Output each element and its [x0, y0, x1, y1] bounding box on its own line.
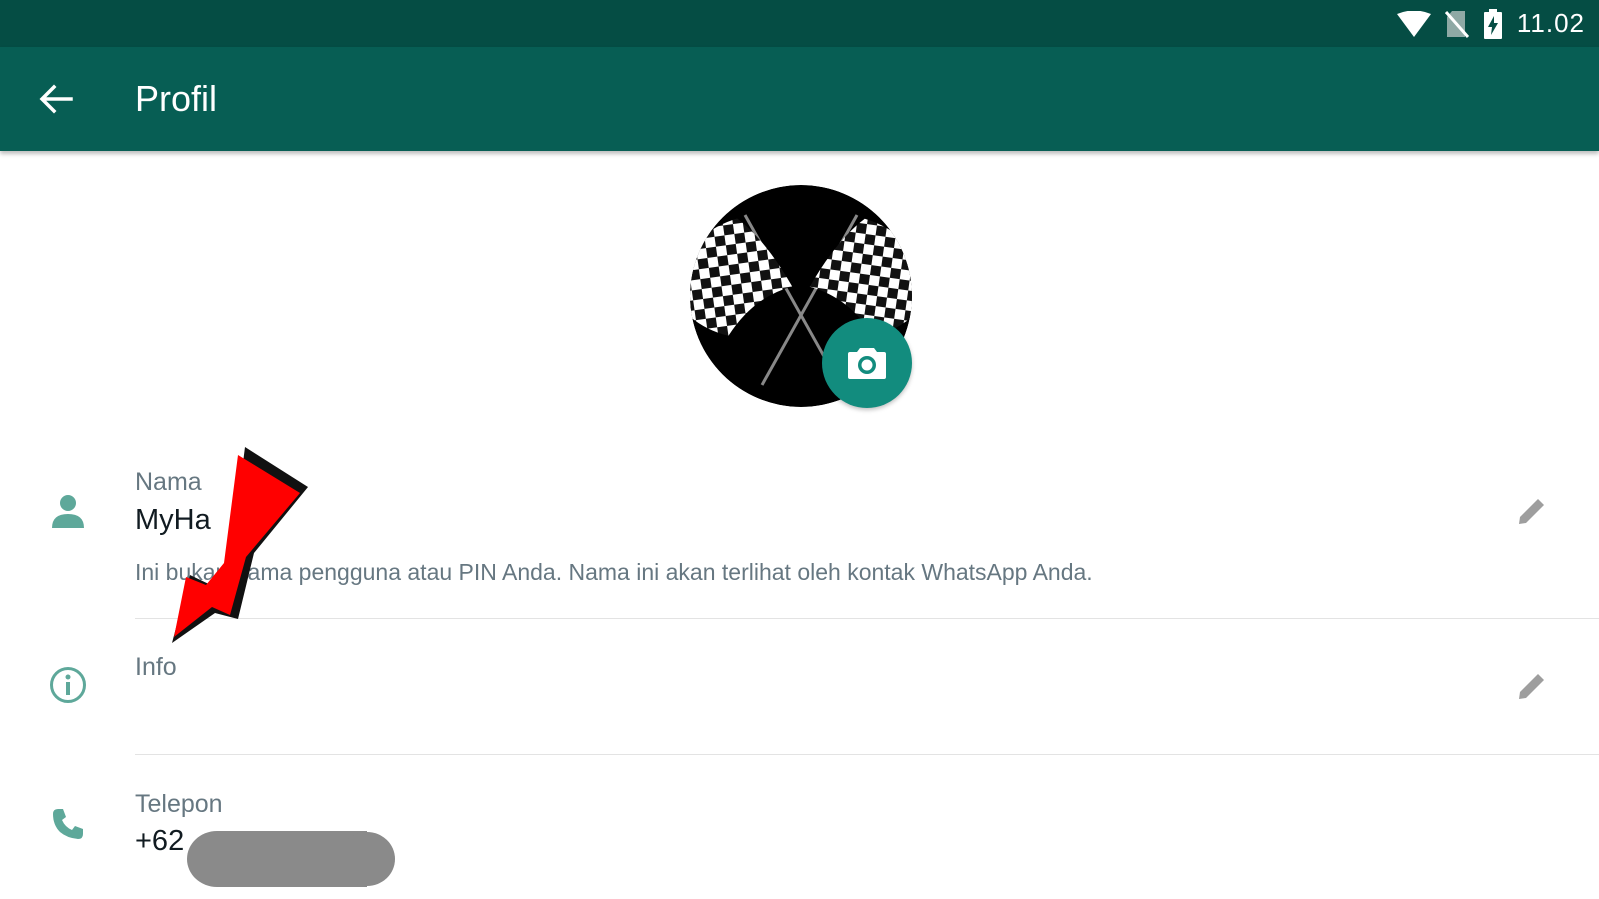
wifi-icon: [1396, 10, 1431, 37]
battery-charging-icon: [1483, 8, 1503, 39]
divider: [135, 754, 1599, 755]
divider: [135, 618, 1599, 619]
person-icon: [46, 489, 90, 533]
pencil-icon: [1519, 671, 1547, 699]
camera-icon: [848, 348, 886, 379]
status-bar: 11.02: [0, 0, 1599, 47]
profile-photo-area: [690, 185, 912, 408]
edit-info-button[interactable]: [1510, 664, 1554, 708]
arrow-left-icon: [39, 84, 73, 114]
phone-value: +62: [135, 825, 185, 857]
redacted-phone-digits: [187, 831, 395, 887]
back-button[interactable]: [30, 73, 82, 125]
phone-icon: [46, 802, 90, 846]
app-bar: Profil: [0, 47, 1599, 151]
info-icon: [46, 663, 90, 707]
pencil-icon: [1519, 496, 1547, 524]
change-photo-button[interactable]: [822, 318, 912, 408]
phone-label: Telepon: [135, 790, 223, 818]
edit-name-button[interactable]: [1510, 489, 1554, 533]
no-sim-icon: [1444, 10, 1469, 38]
page-title: Profil: [135, 78, 218, 119]
annotation-arrow: [160, 445, 320, 660]
status-time: 11.02: [1516, 8, 1585, 38]
